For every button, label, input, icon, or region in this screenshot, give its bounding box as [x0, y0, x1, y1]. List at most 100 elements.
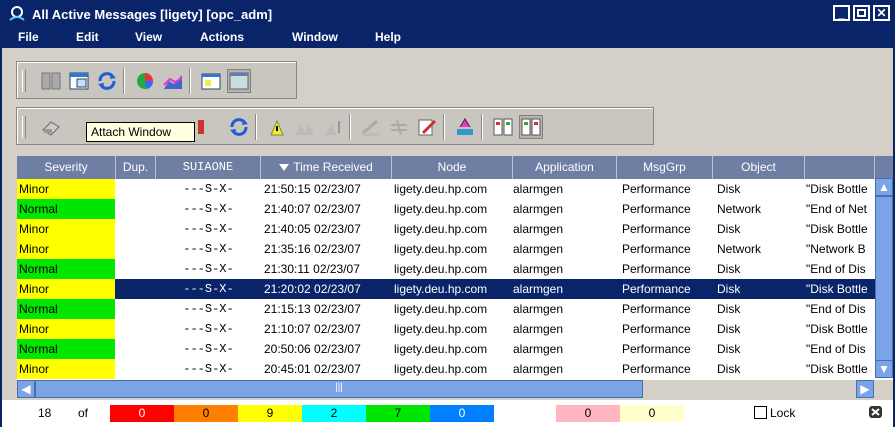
table-row[interactable]: Minor ---S-X- 21:35:16 02/23/07 ligety.deu.…: [17, 239, 875, 259]
minimize-icon: _: [838, 6, 845, 20]
table-row[interactable]: Normal ---S-X- 21:40:07 02/23/07 ligety.deu…: [17, 199, 875, 219]
node-cell: ligety.deu.hp.com: [394, 262, 488, 276]
book-icon[interactable]: [39, 69, 63, 93]
table-row[interactable]: Minor ---S-X- 21:20:02 02/23/07 ligety.deu.…: [17, 279, 875, 299]
vertical-scrollbar[interactable]: ▲ ▼: [875, 178, 893, 378]
menu-edit[interactable]: Edit: [76, 30, 99, 44]
object-cell: Disk: [717, 342, 741, 356]
app-cell: alarmgen: [513, 282, 564, 296]
toolbar-separator: [349, 114, 351, 140]
time-cell: 21:10:07 02/23/07: [264, 322, 361, 336]
column-header-object[interactable]: Object: [713, 156, 805, 179]
unacknowledge-icon[interactable]: [321, 115, 345, 139]
severity-count: 0: [430, 405, 494, 422]
book-red-icon[interactable]: [195, 115, 219, 139]
close-button[interactable]: ✕: [873, 5, 890, 21]
refresh-icon[interactable]: [95, 69, 119, 93]
text-cell: "End of Dis: [806, 302, 866, 316]
text-cell: "Disk Bottle: [806, 322, 868, 336]
toolbar-separator: [123, 68, 125, 94]
acknowledge-warning-icon[interactable]: [265, 115, 289, 139]
column-header-node[interactable]: Node: [392, 156, 513, 179]
maximized-view-icon[interactable]: [227, 69, 251, 93]
escalate-icon[interactable]: [453, 115, 477, 139]
column-header-flags[interactable]: SUIAONE: [156, 156, 261, 179]
instructions-icon[interactable]: [387, 115, 411, 139]
text-cell: "Disk Bottle: [806, 282, 868, 296]
toolbar-grip[interactable]: [22, 70, 26, 92]
column-header-msggrp[interactable]: MsgGrp: [617, 156, 713, 179]
open-book-pressed-icon[interactable]: [519, 115, 543, 139]
vertical-scroll-thumb[interactable]: [875, 196, 893, 370]
menu-help[interactable]: Help: [375, 30, 401, 44]
table-row[interactable]: Normal ---S-X- 21:15:13 02/23/07 ligety.deu…: [17, 299, 875, 319]
column-header-dup[interactable]: Dup.: [116, 156, 156, 179]
time-cell: 21:35:16 02/23/07: [264, 242, 361, 256]
severity-cell: Normal: [17, 339, 115, 359]
edit-message-icon[interactable]: [415, 115, 439, 139]
area-chart-icon[interactable]: [161, 69, 185, 93]
menu-view[interactable]: View: [135, 30, 162, 44]
table-row[interactable]: Minor ---S-X- 20:45:01 02/23/07 ligety.deu.…: [17, 359, 875, 379]
app-cell: alarmgen: [513, 222, 564, 236]
severity-cell: Normal: [17, 299, 115, 319]
maximize-button[interactable]: [853, 5, 870, 21]
scroll-down-icon[interactable]: ▼: [875, 360, 893, 378]
table-row[interactable]: Minor ---S-X- 21:40:05 02/23/07 ligety.deu.…: [17, 219, 875, 239]
horizontal-scrollbar[interactable]: ◀ ||| ▶: [17, 380, 893, 398]
table-row[interactable]: Normal ---S-X- 21:30:11 02/23/07 ligety.deu…: [17, 259, 875, 279]
app-cell: alarmgen: [513, 302, 564, 316]
time-cell: 21:50:15 02/23/07: [264, 182, 361, 196]
msggrp-cell: Performance: [622, 322, 691, 336]
scroll-up-icon[interactable]: ▲: [875, 178, 893, 196]
flags-cell: ---S-X-: [183, 182, 234, 196]
toolbar-grip[interactable]: [22, 116, 26, 138]
column-header-message-text[interactable]: [805, 156, 875, 179]
close-icon: ✕: [876, 6, 887, 20]
acknowledge-all-icon[interactable]: [293, 115, 317, 139]
toolbar-top: [16, 61, 297, 99]
message-browser-window: All Active Messages [ligety] [opc_adm] _…: [0, 0, 895, 427]
scroll-right-icon[interactable]: ▶: [856, 380, 874, 398]
tooltip-attach-window: Attach Window: [86, 122, 195, 142]
toolbar-separator: [481, 114, 483, 140]
text-cell: "End of Dis: [806, 342, 866, 356]
table-row[interactable]: Minor ---S-X- 21:50:15 02/23/07 ligety.deu.…: [17, 179, 875, 199]
column-header-application[interactable]: Application: [513, 156, 617, 179]
annotate-icon[interactable]: [359, 115, 383, 139]
msggrp-cell: Performance: [622, 282, 691, 296]
menu-file[interactable]: File: [18, 30, 39, 44]
app-cell: alarmgen: [513, 262, 564, 276]
open-book-icon[interactable]: [491, 115, 515, 139]
node-cell: ligety.deu.hp.com: [394, 282, 488, 296]
msggrp-cell: Performance: [622, 242, 691, 256]
eraser-icon[interactable]: [39, 115, 63, 139]
title-bar[interactable]: All Active Messages [ligety] [opc_adm] _…: [2, 2, 893, 26]
close-panel-icon[interactable]: [868, 404, 884, 423]
flags-cell: ---S-X-: [183, 202, 234, 216]
toolbar-separator: [189, 68, 191, 94]
minimize-button[interactable]: _: [833, 5, 850, 21]
column-header-time-received[interactable]: Time Received: [261, 156, 392, 179]
node-cell: ligety.deu.hp.com: [394, 362, 488, 376]
text-cell: "Network B: [806, 242, 866, 256]
window-view-icon[interactable]: [67, 69, 91, 93]
menu-window[interactable]: Window: [292, 30, 338, 44]
severity-count: 7: [366, 405, 430, 422]
table-row[interactable]: Normal ---S-X- 20:50:06 02/23/07 ligety.deu…: [17, 339, 875, 359]
dup-cell: [116, 259, 156, 279]
time-cell: 21:30:11 02/23/07: [264, 262, 360, 276]
table-row[interactable]: Minor ---S-X- 21:10:07 02/23/07 ligety.deu.…: [17, 319, 875, 339]
menu-actions[interactable]: Actions: [200, 30, 244, 44]
horizontal-scroll-thumb[interactable]: |||: [35, 380, 643, 398]
msggrp-cell: Performance: [622, 182, 691, 196]
refresh-icon[interactable]: [227, 115, 251, 139]
severity-cell: Minor: [17, 319, 115, 339]
pie-chart-icon[interactable]: [133, 69, 157, 93]
new-window-icon[interactable]: [199, 69, 223, 93]
column-header-severity[interactable]: Severity: [17, 156, 116, 179]
time-cell: 21:15:13 02/23/07: [264, 302, 361, 316]
scroll-left-icon[interactable]: ◀: [17, 380, 35, 398]
lock-checkbox[interactable]: [754, 406, 767, 419]
text-cell: "End of Net: [806, 202, 867, 216]
